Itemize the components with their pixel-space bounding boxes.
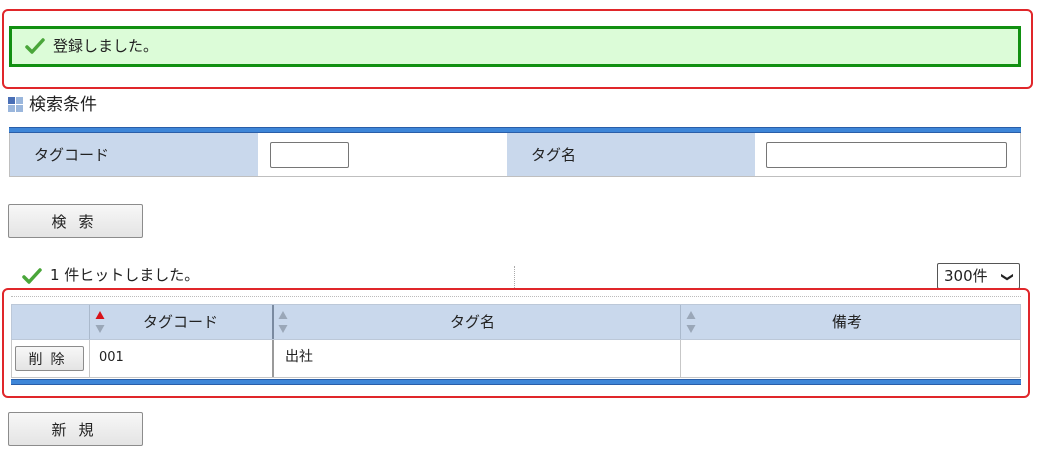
tag-name-input[interactable] xyxy=(766,142,1007,168)
search-form: タグコード タグ名 xyxy=(9,133,1021,177)
tag-name-label: タグ名 xyxy=(531,146,577,164)
cell-tag-name: 出社 xyxy=(272,340,681,377)
cell-note xyxy=(680,340,1020,377)
sort-icon xyxy=(686,311,696,333)
new-button[interactable]: 新規 xyxy=(8,412,143,446)
chevron-down-icon: ❯ xyxy=(1000,271,1015,283)
section-title: 検索条件 xyxy=(29,95,97,115)
tag-code-label: タグコード xyxy=(34,146,110,164)
results-dotted-line xyxy=(11,296,1021,297)
tag-code-label-cell: タグコード xyxy=(10,133,258,176)
column-header-tag-name[interactable]: タグ名 xyxy=(272,305,681,339)
row-action-cell: 削除 xyxy=(12,340,90,377)
sort-ascending-icon xyxy=(95,311,105,333)
tag-code-input[interactable] xyxy=(270,142,349,168)
table-header: タグコード タグ名 備考 xyxy=(11,304,1021,340)
header-label-tag-code: タグコード xyxy=(143,313,219,331)
column-header-note[interactable]: 備考 xyxy=(680,305,1020,339)
per-page-select[interactable]: 300件 ❯ xyxy=(937,263,1020,289)
grid-icon xyxy=(8,97,23,112)
success-message-box xyxy=(9,26,1021,67)
delete-button[interactable]: 削除 xyxy=(15,346,84,371)
header-action-cell xyxy=(12,305,90,339)
checkmark-icon xyxy=(25,38,45,54)
search-button[interactable]: 検索 xyxy=(8,204,143,238)
checkmark-icon xyxy=(22,268,42,284)
table-row: 削除 001 出社 xyxy=(11,340,1021,378)
header-label-note: 備考 xyxy=(832,313,863,331)
cell-tag-code: 001 xyxy=(89,340,274,377)
cell-tag-code-value: 001 xyxy=(99,350,124,365)
cell-tag-name-value: 出社 xyxy=(285,349,313,365)
divider xyxy=(514,266,515,288)
sort-icon xyxy=(278,311,288,333)
column-header-tag-code[interactable]: タグコード xyxy=(89,305,274,339)
per-page-value: 300件 xyxy=(944,267,988,285)
tag-name-label-cell: タグ名 xyxy=(507,133,755,176)
success-message-text: 登録しました。 xyxy=(53,37,159,55)
hit-count-text: 1 件ヒットしました。 xyxy=(50,266,200,284)
header-label-tag-name: タグ名 xyxy=(450,313,496,331)
table-bottom-bar xyxy=(11,379,1021,385)
